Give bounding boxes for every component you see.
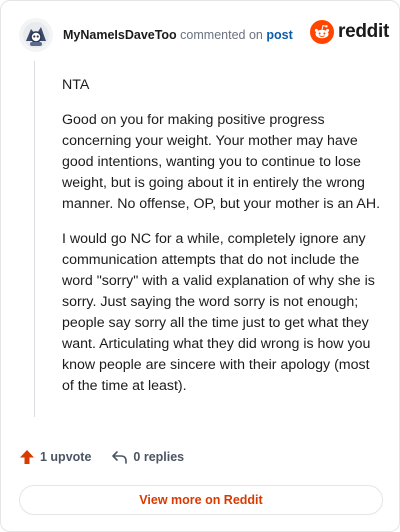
upvote-count: 1 upvote <box>40 450 92 464</box>
comment-paragraph-1: NTA <box>62 77 90 93</box>
reply-arrow-icon <box>112 451 128 464</box>
reply-button[interactable]: 0 replies <box>111 449 184 465</box>
embedded-comment-card: MyNameIsDaveToo commented on post reddit… <box>0 0 400 532</box>
post-link[interactable]: post <box>266 28 292 42</box>
reddit-wordmark: reddit <box>338 21 389 42</box>
user-avatar[interactable] <box>19 18 53 52</box>
comment-header: MyNameIsDaveToo commented on post reddit <box>19 15 389 55</box>
comment-meta: MyNameIsDaveToo commented on post <box>63 28 293 42</box>
comment-body: NTA Good on you for making positive prog… <box>62 75 382 411</box>
username-link[interactable]: MyNameIsDaveToo <box>63 28 177 42</box>
comment-actions: 1 upvote 0 replies <box>19 449 184 465</box>
avatar-icon <box>23 22 49 48</box>
upvote-arrow-icon <box>20 450 34 464</box>
comment-paragraph-3: I would go NC for a while, completely ig… <box>62 231 375 394</box>
reddit-logo-icon <box>310 20 335 44</box>
view-more-button[interactable]: View more on Reddit <box>19 485 383 515</box>
reddit-brand[interactable]: reddit <box>310 20 389 44</box>
upvote-button[interactable]: 1 upvote <box>19 449 91 465</box>
commented-on-text: commented on <box>176 28 267 42</box>
thread-line <box>34 61 35 417</box>
comment-paragraph-2: Good on you for making positive progress… <box>62 112 381 212</box>
reply-count: 0 replies <box>133 450 185 464</box>
